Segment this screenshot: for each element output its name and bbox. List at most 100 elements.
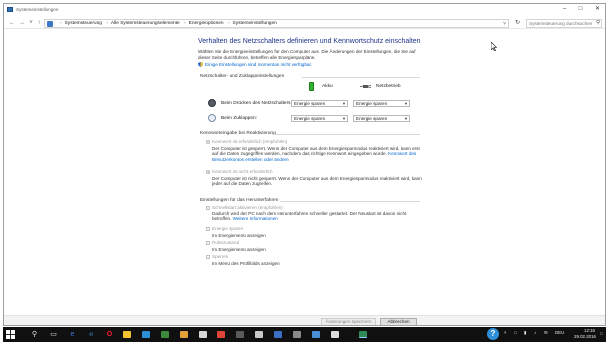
edge-browser-icon[interactable]: e xyxy=(67,329,78,340)
help-icon[interactable]: ? xyxy=(487,328,499,340)
breadcrumb-separator-icon: › xyxy=(184,21,186,26)
sleep-checkbox[interactable] xyxy=(206,227,210,231)
battery-tray-icon[interactable]: ▮ xyxy=(524,330,526,336)
app-dark-icon[interactable] xyxy=(236,331,244,338)
lock-label: Sperren xyxy=(212,254,229,259)
lock-checkbox[interactable] xyxy=(206,255,210,259)
shutdown-section-heading: Einstellungen für das Herunterfahren xyxy=(200,198,279,203)
clock-date[interactable]: 29.02.2016 xyxy=(574,334,596,339)
search-input[interactable] xyxy=(527,20,593,27)
file-explorer-icon[interactable] xyxy=(123,331,131,338)
breadcrumb-item[interactable]: Systemeinstellungen xyxy=(233,21,277,26)
app-grey-icon[interactable] xyxy=(199,331,207,338)
footer-bar: Änderungen speichern Abbrechen xyxy=(4,315,605,325)
fast-startup-description: Dadurch wird der PC nach dem Herunterfah… xyxy=(212,211,417,222)
app-white-icon[interactable] xyxy=(331,331,339,338)
address-row: ← → ˅ ↑ › Systemsteuerung › Alle Systemste… xyxy=(4,17,605,29)
power-button-icon xyxy=(208,99,216,107)
chat-icon[interactable]: ✉ xyxy=(544,330,548,336)
cancel-button[interactable]: Abbrechen xyxy=(380,318,417,325)
control-panel-taskbar-icon[interactable] xyxy=(359,331,367,338)
store-icon[interactable] xyxy=(142,331,150,338)
task-view-icon[interactable]: ▭ xyxy=(48,329,59,340)
app-red-icon[interactable] xyxy=(217,331,225,338)
minimize-button[interactable]: – xyxy=(558,5,571,14)
breadcrumb-separator-icon: › xyxy=(60,21,62,26)
more-info-link[interactable]: Weitere Informationen xyxy=(233,216,278,221)
close-button[interactable]: ✕ xyxy=(591,5,604,14)
power-section-heading: Netzschalter- und Zuklappeinstellungen xyxy=(200,74,285,79)
windows-logo-icon xyxy=(6,330,15,339)
page-description: Wählen Sie die Energieeinstellungen für … xyxy=(198,49,416,60)
lock-sub-label: Im Menü des Profilbilds anzeigen xyxy=(212,261,280,266)
fast-startup-label: Schnellstart aktivieren (empfohlen) xyxy=(212,205,283,210)
network-icon[interactable]: □ xyxy=(514,330,517,335)
taskbar: ⚲ ▭ e ℮ O ? ˄ □ ▮ ♪ ✉ DEU 12:16 29.02.20… xyxy=(3,327,606,342)
select-value: Energie sparen xyxy=(294,101,326,106)
power-button-label: Beim Drücken des Netzschalters: xyxy=(221,101,292,106)
hibernate-sub-label: Im Energiemenü anzeigen xyxy=(212,247,266,252)
recent-locations-chevron-icon[interactable]: ˅ xyxy=(27,19,35,27)
power-button-battery-select[interactable]: Energie sparen ▼ xyxy=(291,100,348,107)
save-changes-button[interactable]: Änderungen speichern xyxy=(321,318,376,325)
app-blue2-icon[interactable] xyxy=(312,331,320,338)
window-title: Systemeinstellungen xyxy=(16,7,59,12)
app-light-icon[interactable] xyxy=(255,331,263,338)
back-arrow-icon[interactable]: ← xyxy=(8,19,16,27)
select-value: Energie sparen xyxy=(356,101,388,106)
lid-close-plugged-select[interactable]: Energie sparen ▼ xyxy=(353,115,410,122)
password-not-required-radio[interactable] xyxy=(206,170,210,174)
clock-time[interactable]: 12:16 xyxy=(584,328,595,333)
section-divider xyxy=(280,201,420,202)
battery-icon xyxy=(309,82,314,91)
maximize-button[interactable]: □ xyxy=(574,5,587,14)
search-box[interactable]: ⚲ xyxy=(526,19,602,28)
app-orange-icon[interactable] xyxy=(180,331,188,338)
chevron-down-icon: ▼ xyxy=(342,101,346,106)
app-grey2-icon[interactable] xyxy=(293,331,301,338)
search-icon[interactable]: ⚲ xyxy=(29,329,40,340)
password-section-heading: Kennworteingabe bei Reaktivierung xyxy=(200,131,276,136)
password-required-label: Kennwort ist erforderlich (empfohlen) xyxy=(212,139,288,144)
breadcrumb: › Systemsteuerung › Alle Systemsteuerungse… xyxy=(57,21,277,26)
refresh-icon[interactable]: ↻ xyxy=(513,19,522,28)
power-plug-icon xyxy=(360,85,372,88)
app-blue-icon[interactable] xyxy=(274,331,282,338)
app-green-icon[interactable] xyxy=(161,331,169,338)
page-title: Verhalten des Netzschalters definieren u… xyxy=(198,38,421,45)
mouse-cursor-icon xyxy=(491,42,497,51)
show-hidden-icons-icon[interactable]: ˄ xyxy=(504,330,507,335)
up-arrow-icon[interactable]: ↑ xyxy=(35,19,43,27)
start-windows-icon[interactable] xyxy=(5,329,16,340)
lid-close-icon xyxy=(208,114,216,122)
breadcrumb-item[interactable]: Energieoptionen xyxy=(189,21,224,26)
system-settings-window: Systemeinstellungen – □ ✕ ← → ˅ ↑ › Syste… xyxy=(3,3,606,326)
battery-column-label: Akku xyxy=(322,84,333,89)
input-language[interactable]: DEU xyxy=(555,330,564,335)
main-content: Verhalten des Netzschalters definieren u… xyxy=(4,30,605,315)
forward-arrow-icon[interactable]: → xyxy=(18,19,26,27)
control-panel-icon xyxy=(7,7,13,12)
search-icon[interactable]: ⚲ xyxy=(596,20,600,26)
password-required-description: Der Computer ist gesperrt. Wenn der Comp… xyxy=(212,146,422,162)
internet-explorer-icon[interactable]: ℮ xyxy=(86,329,97,340)
lid-close-battery-select[interactable]: Energie sparen ▼ xyxy=(291,115,348,122)
uac-link-text[interactable]: Einige Einstellungen sind momentan nicht… xyxy=(205,62,312,67)
uac-settings-link[interactable]: Einige Einstellungen sind momentan nicht… xyxy=(198,62,312,67)
address-bar[interactable]: › Systemsteuerung › Alle Systemsteuerungse… xyxy=(44,19,509,28)
breadcrumb-separator-icon: › xyxy=(106,21,108,26)
select-value: Energie sparen xyxy=(294,116,326,121)
breadcrumb-item[interactable]: Alle Systemsteuerungselemente xyxy=(111,21,180,26)
opera-browser-icon[interactable]: O xyxy=(104,329,115,340)
chevron-down-icon: ▼ xyxy=(404,116,408,121)
sleep-label: Energie sparen xyxy=(212,226,244,231)
notifications-icon[interactable]: □ xyxy=(600,331,603,336)
address-dropdown-icon[interactable]: ˅ xyxy=(503,21,506,27)
hibernate-checkbox[interactable] xyxy=(206,241,210,245)
breadcrumb-separator-icon: › xyxy=(227,21,230,26)
password-required-radio[interactable] xyxy=(206,140,210,144)
breadcrumb-item[interactable]: Systemsteuerung xyxy=(65,21,102,26)
power-button-plugged-select[interactable]: Energie sparen ▼ xyxy=(353,100,410,107)
volume-icon[interactable]: ♪ xyxy=(534,330,536,335)
fast-startup-checkbox[interactable] xyxy=(206,206,210,210)
